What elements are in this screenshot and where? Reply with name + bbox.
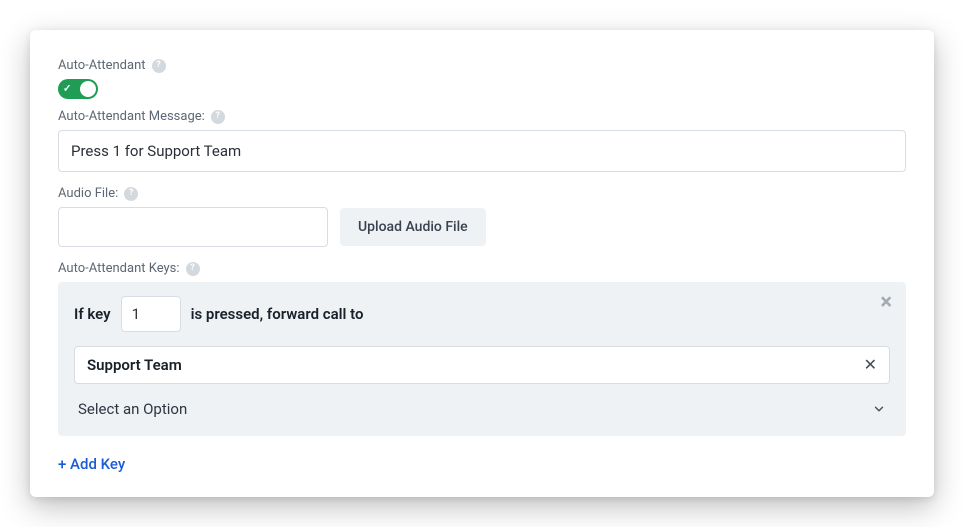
message-label-row: Auto-Attendant Message: ?	[58, 109, 906, 124]
chevron-down-icon	[872, 402, 886, 416]
if-key-suffix: is pressed, forward call to	[191, 305, 364, 323]
key-condition-row: If key is pressed, forward call to	[74, 296, 890, 332]
help-icon[interactable]: ?	[211, 110, 225, 124]
forward-target-select[interactable]: Select an Option	[74, 394, 890, 420]
remove-key-icon[interactable]: ×	[880, 292, 892, 314]
keys-panel: × If key is pressed, forward call to Sup…	[58, 282, 906, 436]
select-placeholder: Select an Option	[78, 400, 187, 418]
keys-label: Auto-Attendant Keys:	[58, 261, 180, 276]
help-icon[interactable]: ?	[186, 262, 200, 276]
check-icon: ✓	[63, 84, 71, 95]
auto-attendant-card: Auto-Attendant ? ✓ Auto-Attendant Messag…	[30, 30, 934, 497]
clear-selection-icon[interactable]: ✕	[864, 357, 877, 373]
auto-attendant-label: Auto-Attendant	[58, 58, 146, 73]
upload-button[interactable]: Upload Audio File	[340, 208, 486, 246]
if-key-prefix: If key	[74, 305, 111, 323]
help-icon[interactable]: ?	[152, 59, 166, 73]
audio-label: Audio File:	[58, 186, 118, 201]
selected-forward-target: Support Team ✕	[74, 346, 890, 384]
help-icon[interactable]: ?	[124, 187, 138, 201]
audio-file-input[interactable]	[58, 207, 328, 247]
selected-team-label: Support Team	[87, 356, 182, 374]
message-input[interactable]	[58, 130, 906, 172]
key-number-input[interactable]	[121, 296, 181, 332]
auto-attendant-toggle[interactable]: ✓	[58, 79, 98, 99]
audio-row: Upload Audio File	[58, 207, 906, 247]
toggle-knob	[80, 81, 96, 97]
auto-attendant-label-row: Auto-Attendant ?	[58, 58, 906, 73]
audio-label-row: Audio File: ?	[58, 186, 906, 201]
keys-label-row: Auto-Attendant Keys: ?	[58, 261, 906, 276]
add-key-button[interactable]: + Add Key	[58, 455, 125, 473]
message-label: Auto-Attendant Message:	[58, 109, 205, 124]
